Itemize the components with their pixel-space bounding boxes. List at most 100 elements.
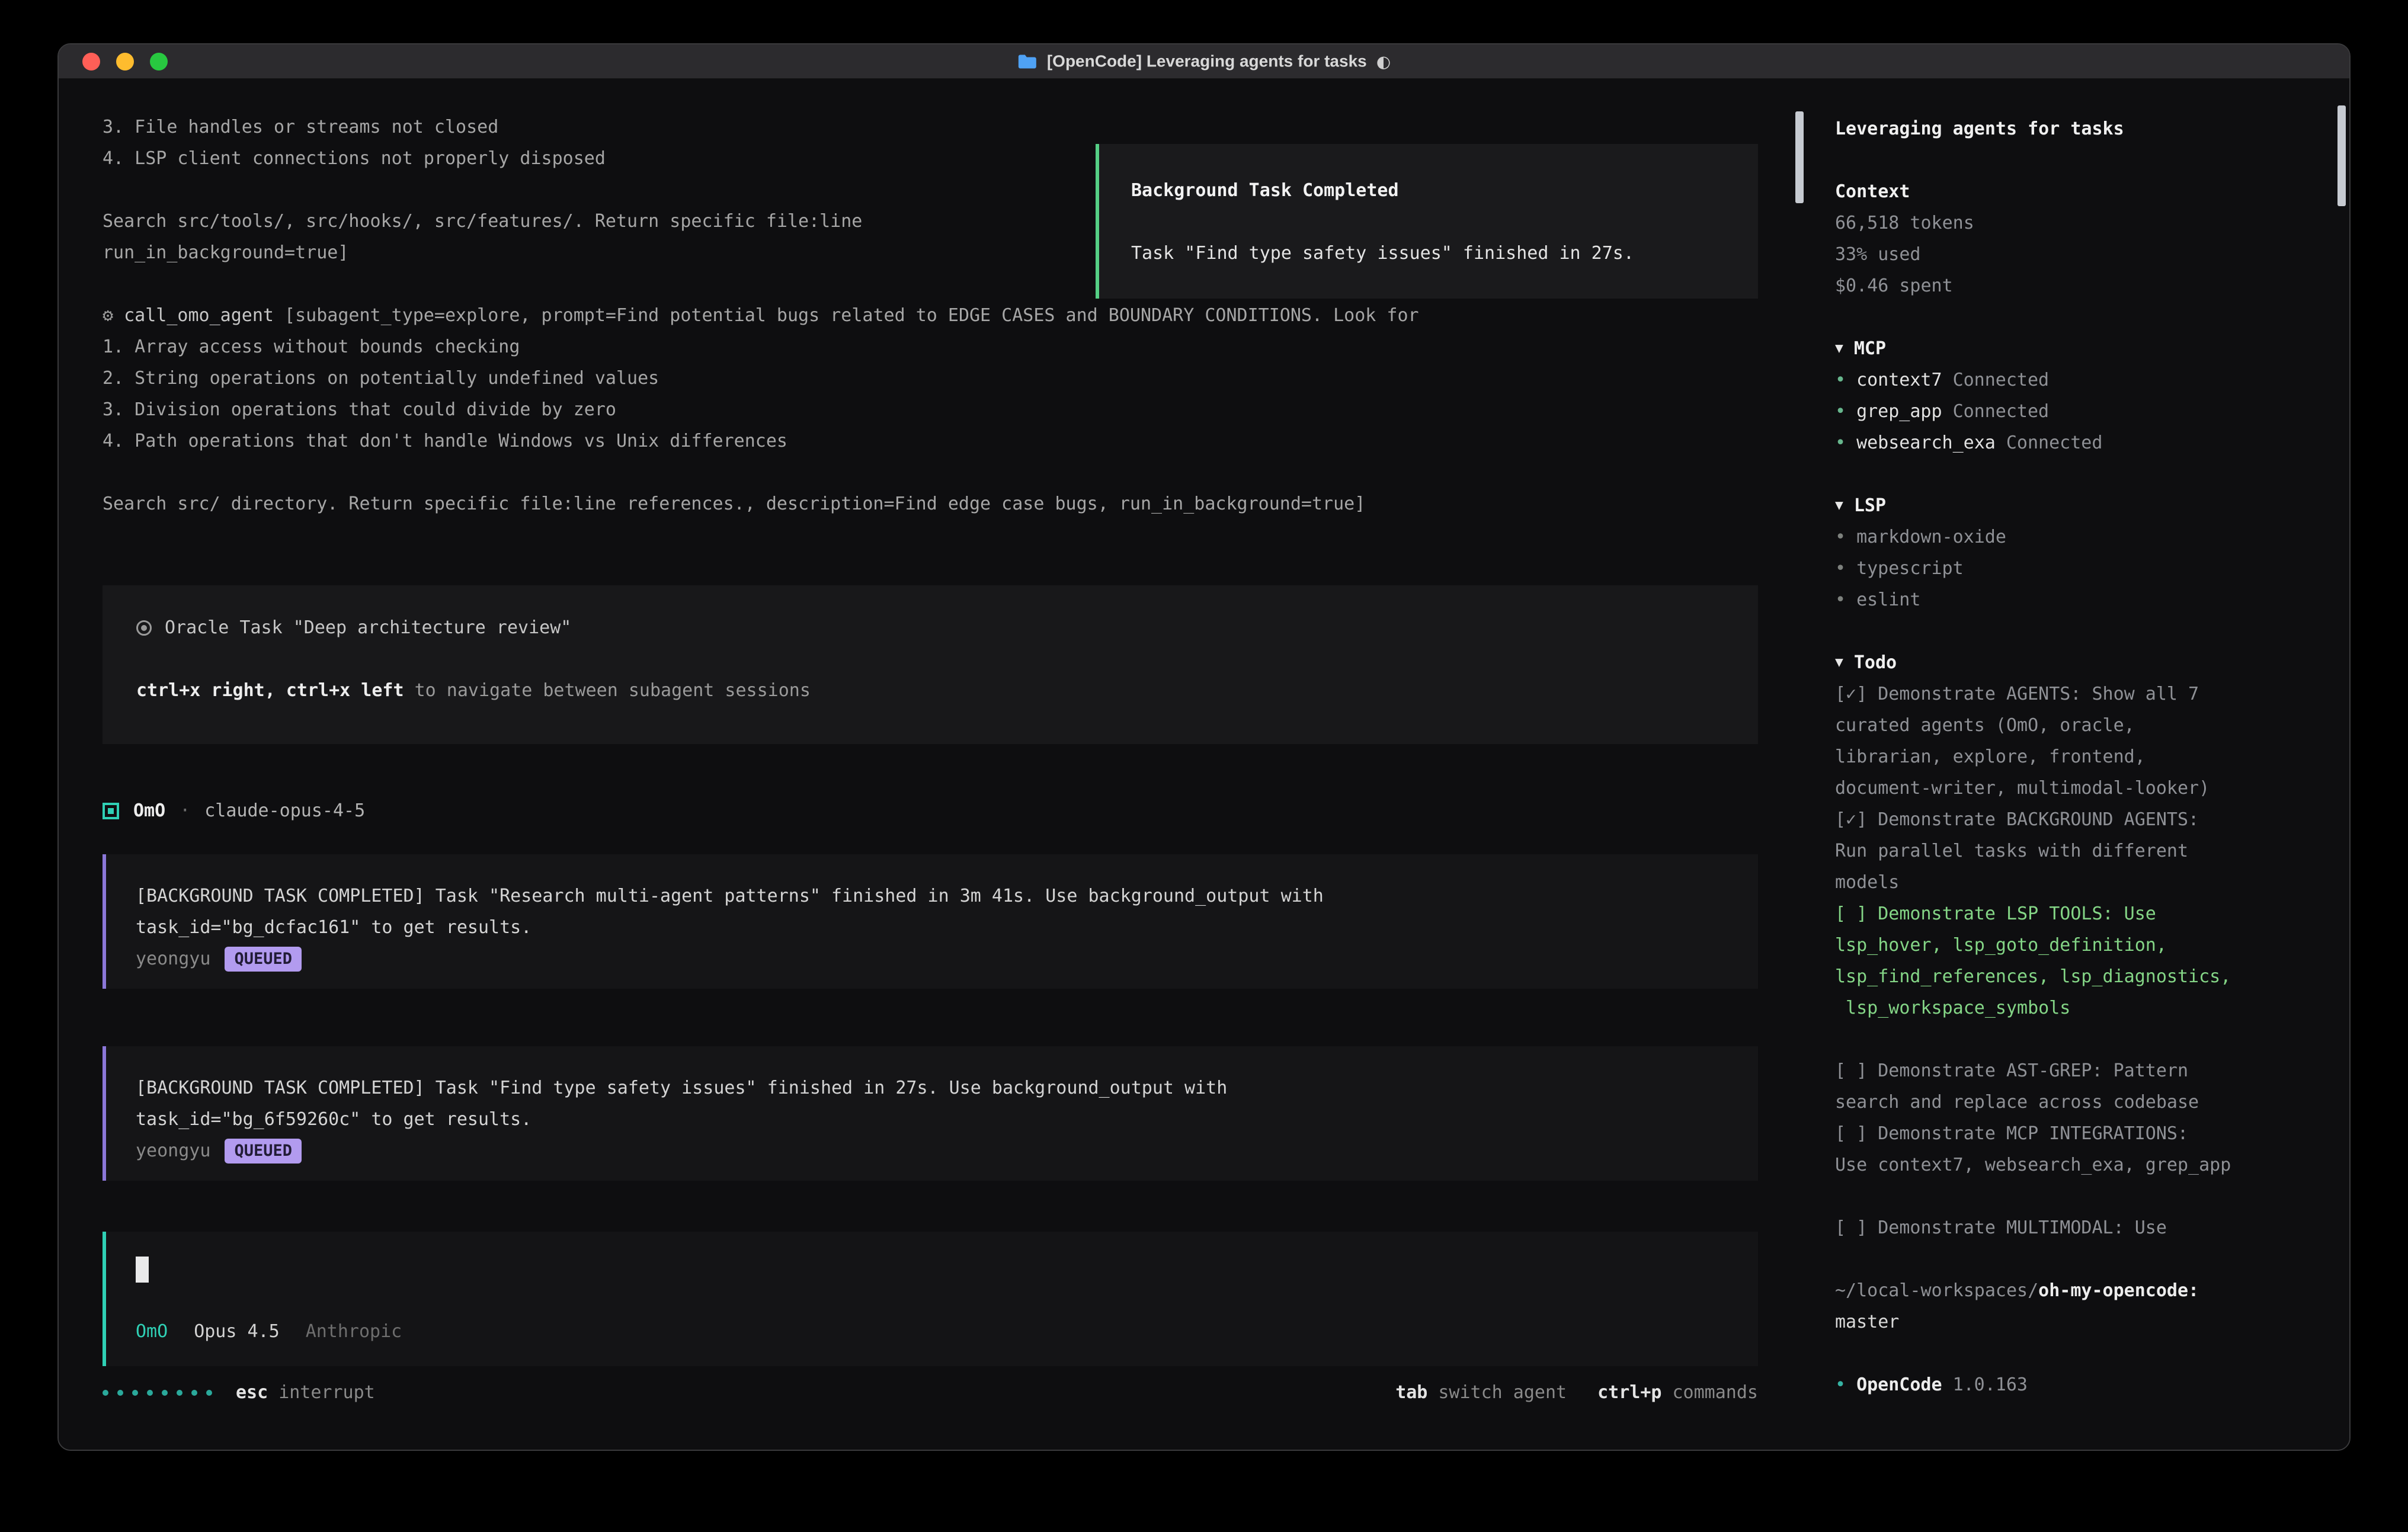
todo-item: [ ] Demonstrate MULTIMODAL: Use xyxy=(1835,1212,2314,1243)
app-version-number: 1.0.163 xyxy=(1953,1374,2028,1395)
todo-item: [✓] Demonstrate AGENTS: Show all 7 curat… xyxy=(1835,678,2314,804)
mcp-status: Connected xyxy=(1953,401,2050,422)
bullet-icon: • xyxy=(1835,1374,1846,1395)
oracle-task-title-text: Oracle Task "Deep architecture review" xyxy=(165,612,571,643)
input-line[interactable] xyxy=(136,1253,1734,1284)
mcp-item: •grep_appConnected xyxy=(1835,396,2314,427)
mcp-item: • context7 Connected xyxy=(1835,364,2314,396)
mcp-item: •websearch_exaConnected xyxy=(1835,427,2314,459)
window-title: [OpenCode] Leveraging agents for tasks ◐ xyxy=(1017,52,1391,71)
bullet-icon: • xyxy=(1835,370,1846,390)
tool-call-item: 1. Array access without bounds checking xyxy=(103,331,1758,363)
context-used: 33% used xyxy=(1835,239,2314,270)
chevron-down-icon: ▼ xyxy=(1835,333,1843,364)
interrupt-label: interrupt xyxy=(278,1377,375,1408)
message-line: task_id="bg_dcfac161" to get results. xyxy=(136,912,1734,943)
ctrlp-key-label: ctrl+p xyxy=(1597,1377,1661,1408)
workspace-branch: master xyxy=(1835,1306,2314,1338)
agent-header: OmO · claude-opus-4-5 xyxy=(103,795,1758,826)
bullet-icon: • xyxy=(1835,527,1846,547)
todo-line: [ ] Demonstrate MCP INTEGRATIONS: xyxy=(1835,1118,2314,1149)
todo-line: lsp_find_references, lsp_diagnostics, xyxy=(1835,961,2314,992)
status-bar: escinterrupt tabswitch agent ctrl+pcomma… xyxy=(103,1377,1758,1408)
agent-model: claude-opus-4-5 xyxy=(204,795,365,826)
mcp-section-header[interactable]: ▼ MCP xyxy=(1835,333,2314,364)
toast-title: Background Task Completed xyxy=(1131,175,1730,206)
todo-line: Run parallel tasks with different xyxy=(1835,835,2314,867)
workspace-repo: oh-my-opencode: xyxy=(2038,1280,2199,1301)
mcp-name: context7 xyxy=(1856,370,1942,390)
sidebar-scrollbar-thumb[interactable] xyxy=(2337,105,2346,206)
workspace-path-prefix: ~/local-workspaces/ xyxy=(1835,1280,2038,1301)
message-meta: yeongyu QUEUED xyxy=(136,943,1734,975)
todo-line: [ ] Demonstrate LSP TOOLS: Use xyxy=(1835,898,2314,930)
context-spent: $0.46 spent xyxy=(1835,270,2314,302)
todo-line: lsp_workspace_symbols xyxy=(1835,992,2314,1024)
status-right: tabswitch agent ctrl+p commands xyxy=(1395,1377,1758,1408)
bullet-icon: • xyxy=(1835,589,1846,610)
message-line: [BACKGROUND TASK COMPLETED] Task "Find t… xyxy=(136,1072,1734,1104)
minimize-window-button[interactable] xyxy=(116,53,134,70)
mcp-status: Connected xyxy=(1953,370,2050,390)
chat-scrollbar-thumb[interactable] xyxy=(1795,111,1804,203)
tool-call-header: ⚙ call_omo_agent [subagent_type=explore,… xyxy=(103,300,1758,331)
window-controls xyxy=(59,53,168,70)
queued-badge: QUEUED xyxy=(225,1139,302,1164)
todo-item: [ ] Demonstrate MCP INTEGRATIONS: Use co… xyxy=(1835,1118,2314,1181)
sidebar: Leveraging agents for tasks Context 66,5… xyxy=(1805,79,2349,1450)
hint-text: to navigate between subagent sessions xyxy=(404,680,811,701)
todo-item-active: [ ] Demonstrate LSP TOOLS: Use lsp_hover… xyxy=(1835,898,2314,1024)
window-title-text: [OpenCode] Leveraging agents for tasks xyxy=(1047,52,1367,71)
session-title: Leveraging agents for tasks xyxy=(1835,113,2314,145)
chat-pane: 3. File handles or streams not closed 4.… xyxy=(59,79,1795,1450)
switch-agent-label: switch agent xyxy=(1438,1377,1567,1408)
lsp-name: typescript xyxy=(1856,558,1964,579)
app-name: OpenCode xyxy=(1856,1374,1942,1395)
text-cursor xyxy=(136,1257,149,1283)
gear-icon: ⚙ xyxy=(103,305,113,326)
todo-section-header[interactable]: ▼ Todo xyxy=(1835,647,2314,678)
zoom-window-button[interactable] xyxy=(150,53,168,70)
switch-agent-hint: tabswitch agent xyxy=(1395,1377,1567,1408)
queued-badge: QUEUED xyxy=(225,947,302,972)
oracle-hint: ctrl+x right, ctrl+x left to navigate be… xyxy=(136,675,1734,706)
prompt-input[interactable]: OmO Opus 4.5 Anthropic xyxy=(103,1232,1758,1366)
tool-call-item: 2. String operations on potentially unde… xyxy=(103,363,1758,394)
todo-heading-label: Todo xyxy=(1854,647,1897,678)
message-line: task_id="bg_6f59260c" to get results. xyxy=(136,1104,1734,1135)
titlebar[interactable]: [OpenCode] Leveraging agents for tasks ◐ xyxy=(59,44,2349,79)
agent-icon xyxy=(103,803,119,819)
oracle-task-card: Oracle Task "Deep architecture review" c… xyxy=(103,585,1758,744)
mcp-name: websearch_exa xyxy=(1856,432,1996,453)
todo-line: curated agents (OmO, oracle, xyxy=(1835,710,2314,741)
chat-scrollbar[interactable] xyxy=(1795,79,1805,1450)
composer-agent: OmO xyxy=(136,1316,168,1347)
commands-hint: ctrl+p commands xyxy=(1597,1377,1758,1408)
todo-line: lsp_hover, lsp_goto_definition, xyxy=(1835,930,2314,961)
lsp-section-header[interactable]: ▼ LSP xyxy=(1835,490,2314,521)
lsp-item: •eslint xyxy=(1835,584,2314,616)
notification-toast: Background Task Completed Task "Find typ… xyxy=(1096,144,1758,299)
background-task-message: [BACKGROUND TASK COMPLETED] Task "Resear… xyxy=(103,854,1758,989)
close-window-button[interactable] xyxy=(82,53,100,70)
terminal-window: [OpenCode] Leveraging agents for tasks ◐… xyxy=(57,43,2351,1451)
commands-label: commands xyxy=(1673,1377,1759,1408)
lsp-heading-label: LSP xyxy=(1854,490,1886,521)
mcp-name: grep_app xyxy=(1856,401,1942,422)
hint-keys: ctrl+x right, ctrl+x left xyxy=(136,680,404,701)
mcp-heading-label: MCP xyxy=(1854,333,1886,364)
separator: · xyxy=(180,795,190,826)
todo-line: document-writer, multimodal-looker) xyxy=(1835,773,2314,804)
tool-call-item: 4. Path operations that don't handle Win… xyxy=(103,425,1758,457)
workspace-path: ~/local-workspaces/oh-my-opencode: xyxy=(1835,1275,2314,1306)
app-version: • OpenCode 1.0.163 xyxy=(1835,1369,2314,1400)
oracle-task-title: Oracle Task "Deep architecture review" xyxy=(136,612,1734,643)
todo-line: [ ] Demonstrate AST-GREP: Pattern xyxy=(1835,1055,2314,1086)
mcp-status: Connected xyxy=(2006,432,2103,453)
desktop: [OpenCode] Leveraging agents for tasks ◐… xyxy=(0,0,2408,1532)
message-meta: yeongyu QUEUED xyxy=(136,1135,1734,1166)
todo-line: [✓] Demonstrate AGENTS: Show all 7 xyxy=(1835,678,2314,710)
todo-line: [✓] Demonstrate BACKGROUND AGENTS: xyxy=(1835,804,2314,835)
content: 3. File handles or streams not closed 4.… xyxy=(59,79,2349,1450)
composer-model: Opus 4.5 xyxy=(194,1316,280,1347)
